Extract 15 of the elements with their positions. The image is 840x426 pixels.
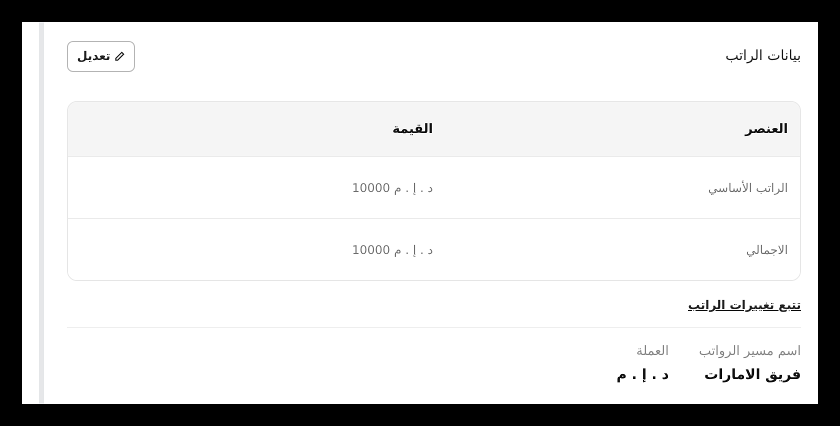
section-title: بيانات الراتب [725, 48, 801, 64]
column-header: القيمة [391, 122, 434, 136]
field-value: فريق الامارات [703, 367, 801, 383]
pencil-icon [114, 50, 126, 62]
table-cell-text: الاجمالي [745, 242, 789, 256]
scrollbar-track[interactable] [39, 22, 44, 404]
field-label: اسم مسير الرواتب [698, 344, 801, 359]
table-cell-text: د . إ . م 10000 [351, 180, 434, 194]
field-label: العملة [635, 344, 669, 359]
table-cell-text: الراتب الأساسي [707, 180, 789, 194]
column-header: العنصر [744, 122, 789, 136]
field-value: د . إ . م [616, 367, 669, 383]
edit-button[interactable]: تعديل [67, 40, 136, 72]
salary-changes-link[interactable]: تتبع تغييرات الراتب [688, 298, 801, 312]
table-cell-text: د . إ . م 10000 [351, 242, 434, 256]
